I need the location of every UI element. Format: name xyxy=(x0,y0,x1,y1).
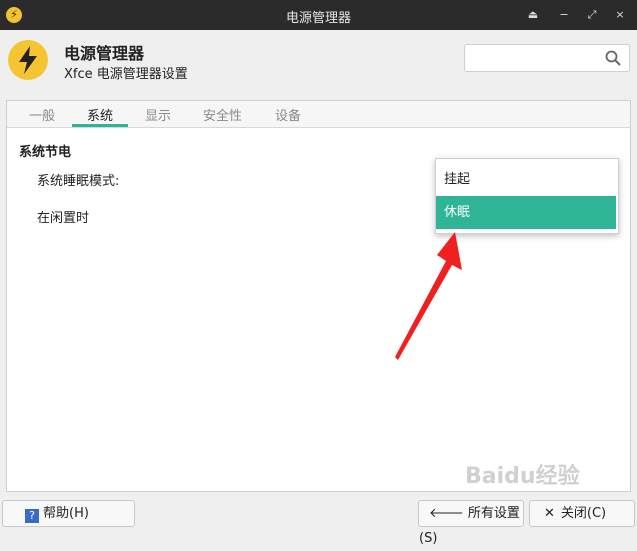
search-icon xyxy=(605,50,621,66)
help-button[interactable]: ? 帮助(H) xyxy=(2,500,135,527)
close-button[interactable]: ✕ 关闭(C) xyxy=(529,500,635,527)
header: 电源管理器 Xfce 电源管理器设置 xyxy=(0,30,637,96)
active-tab-indicator xyxy=(72,124,128,127)
page-title: 电源管理器 xyxy=(64,44,145,63)
section-title: 系统节电 xyxy=(19,145,72,160)
sleep-mode-dropdown[interactable]: 挂起 休眠 xyxy=(435,158,619,234)
page-subtitle: Xfce 电源管理器设置 xyxy=(64,67,188,82)
sleep-mode-label: 系统睡眠模式: xyxy=(37,174,120,189)
option-suspend[interactable]: 挂起 xyxy=(436,163,616,196)
lightning-icon xyxy=(8,40,48,80)
idle-label: 在闲置时 xyxy=(37,211,90,226)
option-hibernate[interactable]: 休眠 xyxy=(436,196,616,229)
tab-general[interactable]: 一般 xyxy=(29,105,55,124)
tab-bar: 一般 系统 显示 安全性 设备 xyxy=(7,101,630,128)
all-settings-button[interactable]: 🡐 所有设置(S) xyxy=(418,500,524,546)
window-titlebar: ⚡ 电源管理器 ⏏ − ⤢ × xyxy=(0,0,637,30)
close-icon: ✕ xyxy=(544,506,555,521)
tab-display[interactable]: 显示 xyxy=(145,105,171,124)
tab-security[interactable]: 安全性 xyxy=(203,105,242,124)
eject-icon[interactable]: ⏏ xyxy=(524,6,542,24)
help-button-label: 帮助(H) xyxy=(43,506,89,521)
search-input[interactable] xyxy=(464,44,630,72)
tab-system[interactable]: 系统 xyxy=(87,105,113,124)
minimize-button[interactable]: − xyxy=(555,6,573,24)
maximize-button[interactable]: ⤢ xyxy=(583,6,601,24)
tab-devices[interactable]: 设备 xyxy=(275,105,301,124)
help-icon: ? xyxy=(25,509,39,523)
close-window-button[interactable]: × xyxy=(611,6,629,24)
arrow-left-icon: 🡐 xyxy=(429,506,464,521)
close-button-label: 关闭(C) xyxy=(560,506,607,521)
watermark: Baidu经验 xyxy=(465,464,580,489)
